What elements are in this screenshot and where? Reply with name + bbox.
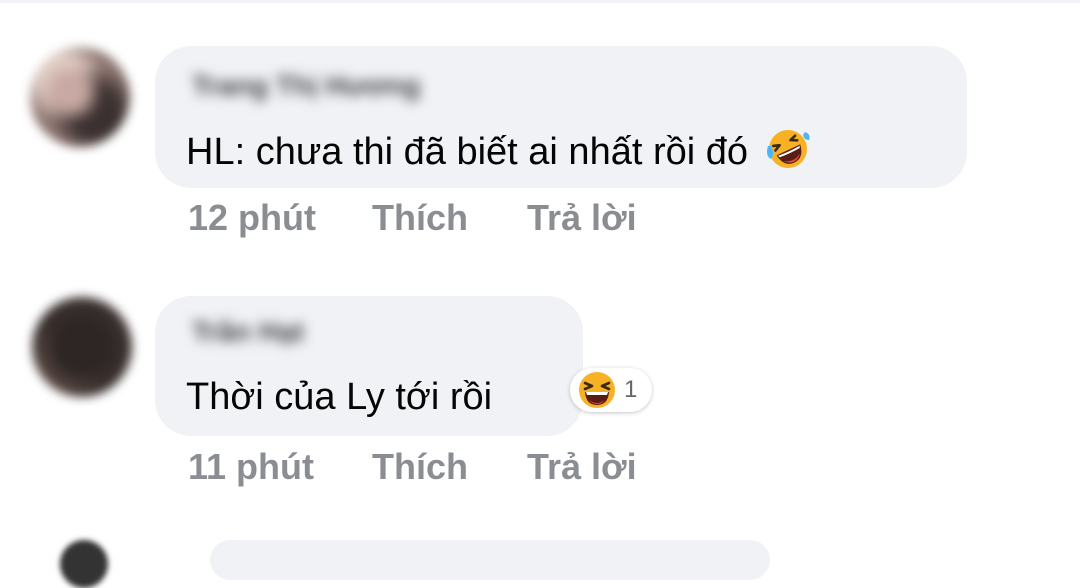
comment-author-name[interactable]: Trần Hạt	[192, 316, 304, 348]
comment-author-name[interactable]: Trang Thị Hương	[192, 70, 420, 102]
like-button[interactable]: Thích	[372, 446, 468, 488]
avatar[interactable]	[32, 297, 132, 397]
like-button[interactable]: Thích	[372, 197, 468, 239]
reply-button[interactable]: Trả lời	[527, 197, 637, 239]
reply-button[interactable]: Trả lời	[527, 446, 637, 488]
reaction-count: 1	[624, 376, 638, 403]
avatar[interactable]	[60, 540, 108, 588]
avatar[interactable]	[30, 47, 130, 147]
reaction-summary[interactable]: 1	[570, 368, 652, 412]
comment-text-body: Thời của Ly tới rồi	[186, 376, 493, 418]
rolling-on-floor-laughing-icon	[765, 126, 811, 172]
comment-bubble	[210, 540, 770, 580]
comment-text-body: HL: chưa thi đã biết ai nhất rồi đó	[186, 131, 749, 173]
top-divider	[0, 0, 1080, 3]
comment-timestamp[interactable]: 12 phút	[188, 197, 316, 239]
comment-timestamp[interactable]: 11 phút	[188, 446, 314, 488]
comment-text: HL: chưa thi đã biết ai nhất rồi đó	[186, 126, 811, 174]
